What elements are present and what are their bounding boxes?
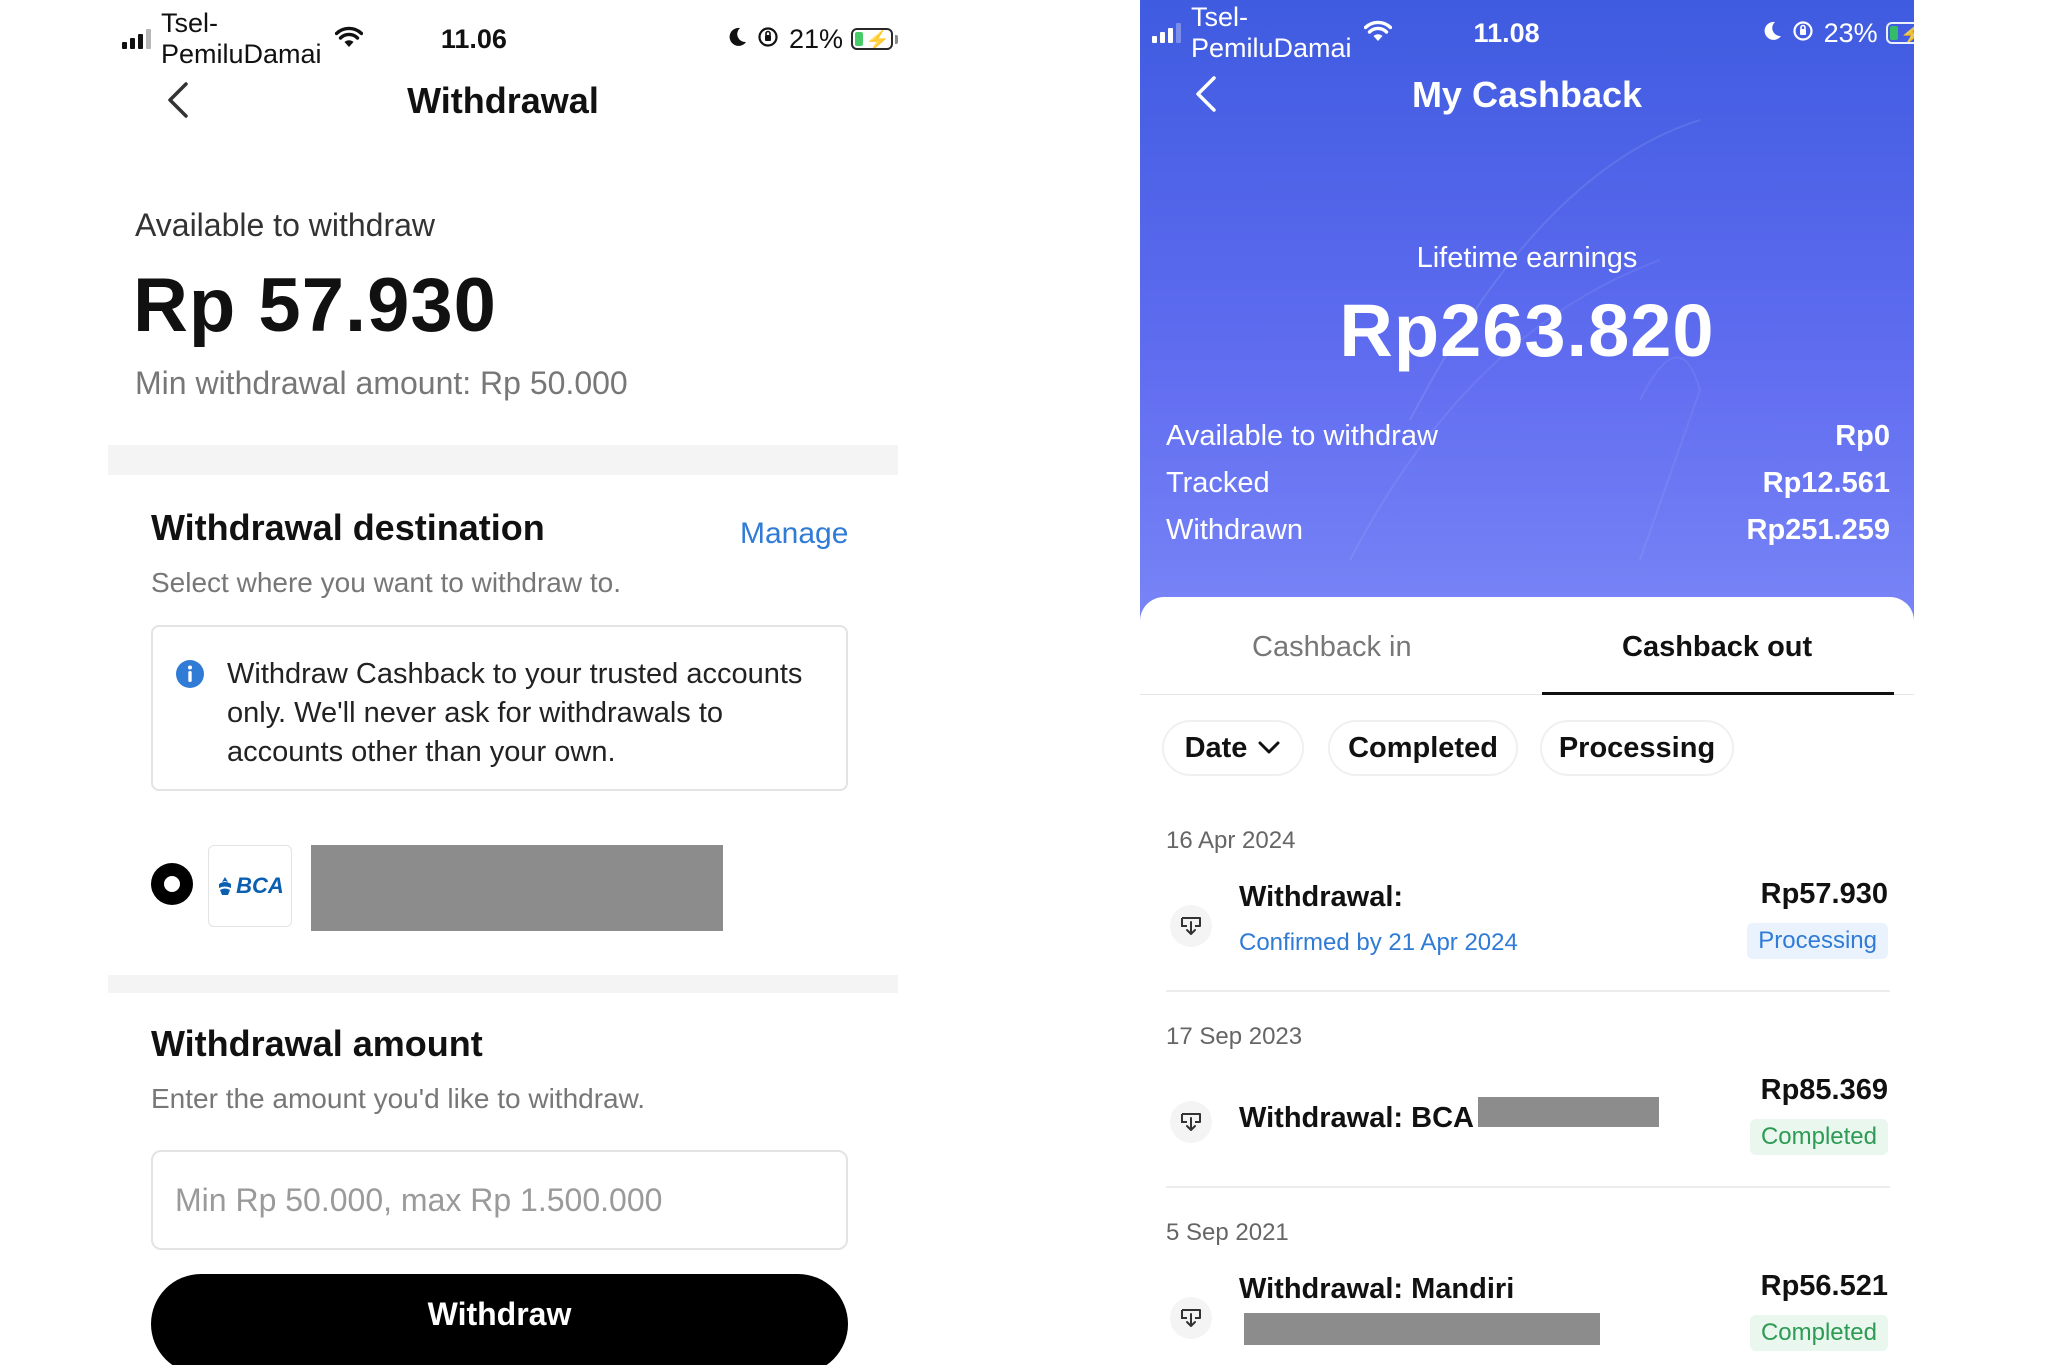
transaction-amount: Rp57.930 <box>1760 878 1888 910</box>
destination-subtitle: Select where you want to withdraw to. <box>151 567 622 598</box>
stat-value: Rp0 <box>1835 420 1890 452</box>
status-badge: Processing <box>1747 923 1888 959</box>
manage-link[interactable]: Manage <box>740 517 848 551</box>
redacted-account-number <box>1244 1313 1600 1345</box>
destination-title: Withdrawal destination <box>151 507 545 548</box>
amount-input[interactable] <box>151 1150 848 1250</box>
orientation-lock-icon <box>1792 18 1814 49</box>
chevron-down-icon <box>1258 741 1280 754</box>
lifetime-earnings-label: Lifetime earnings <box>1416 242 1638 274</box>
battery-charging-icon: ⚡ <box>1885 22 1914 44</box>
available-label: Available to withdraw <box>135 207 436 243</box>
info-notice: Withdraw Cashback to your trusted accoun… <box>151 625 848 791</box>
battery-charging-icon: ⚡ <box>851 28 898 50</box>
section-divider <box>108 975 898 993</box>
stat-label: Withdrawn <box>1166 514 1303 546</box>
bank-name: BCA <box>236 873 284 898</box>
status-badge: Completed <box>1749 1315 1888 1351</box>
clock: 11.08 <box>1473 17 1540 48</box>
battery-percent: 21% <box>788 23 843 54</box>
wifi-icon <box>334 24 364 55</box>
page-title: My Cashback <box>1411 74 1643 115</box>
clock: 11.06 <box>440 23 507 54</box>
redacted-account-number <box>311 845 723 931</box>
stat-value: Rp12.561 <box>1762 467 1890 499</box>
date-header: 5 Sep 2021 <box>1166 1219 1289 1246</box>
withdrawal-icon <box>1170 905 1212 947</box>
carrier-name: Tsel-PemiluDamai <box>1191 2 1352 63</box>
stat-label: Available to withdraw <box>1166 420 1438 452</box>
stat-row-withdrawn: Withdrawn Rp251.259 <box>1166 514 1890 547</box>
orientation-lock-icon <box>757 24 779 55</box>
cellular-signal-icon <box>122 29 151 49</box>
amount-subtitle: Enter the amount you'd like to withdraw. <box>151 1083 646 1114</box>
status-bar: Tsel-PemiluDamai 11.08 23% ⚡ <box>1152 2 1914 64</box>
redacted-account-number <box>1478 1097 1659 1127</box>
bca-logo: BCA <box>208 845 292 927</box>
filter-date[interactable]: Date <box>1164 722 1302 774</box>
withdraw-button[interactable]: Withdraw <box>151 1274 848 1365</box>
stat-row-tracked: Tracked Rp12.561 <box>1166 467 1890 500</box>
withdrawal-icon <box>1170 1101 1212 1143</box>
section-divider <box>108 445 898 475</box>
withdrawal-screen: Tsel-PemiluDamai 11.06 21% ⚡ Withdrawal … <box>108 0 898 1365</box>
available-amount: Rp 57.930 <box>133 263 497 348</box>
divider <box>1166 990 1890 992</box>
divider <box>1166 1186 1890 1188</box>
stat-row-available: Available to withdraw Rp0 <box>1166 420 1890 453</box>
stat-value: Rp251.259 <box>1746 514 1891 546</box>
filter-completed[interactable]: Completed <box>1330 722 1516 774</box>
info-text: Withdraw Cashback to your trusted accoun… <box>227 658 803 768</box>
transactions-panel: Cashback in Cashback out Date Completed … <box>1140 597 1914 1365</box>
transaction-amount: Rp85.369 <box>1760 1074 1888 1106</box>
tab-bar: Cashback in Cashback out <box>1140 597 1914 695</box>
active-tab-indicator <box>1542 692 1894 695</box>
status-bar: Tsel-PemiluDamai 11.06 21% ⚡ <box>122 8 898 70</box>
transaction-subtitle: Confirmed by 21 Apr 2024 <box>1239 929 1518 956</box>
transaction-title[interactable]: Withdrawal: <box>1239 881 1403 914</box>
transaction-amount: Rp56.521 <box>1760 1270 1888 1302</box>
moon-icon <box>1762 18 1782 49</box>
tab-cashback-out[interactable]: Cashback out <box>1622 631 1812 664</box>
battery-percent: 23% <box>1823 17 1878 48</box>
withdrawal-icon <box>1170 1297 1212 1339</box>
destination-radio[interactable] <box>151 863 193 905</box>
page-title: Withdrawal <box>407 80 599 121</box>
cellular-signal-icon <box>1152 23 1181 43</box>
amount-title: Withdrawal amount <box>151 1023 483 1064</box>
wifi-icon <box>1363 18 1392 49</box>
min-withdrawal-note: Min withdrawal amount: Rp 50.000 <box>135 365 628 401</box>
lifetime-earnings-amount: Rp263.820 <box>1339 289 1715 372</box>
tab-cashback-in[interactable]: Cashback in <box>1252 631 1412 664</box>
filter-processing[interactable]: Processing <box>1542 722 1732 774</box>
status-badge: Completed <box>1749 1119 1888 1155</box>
cashback-summary-header: Tsel-PemiluDamai 11.08 23% ⚡ My Cashback… <box>1140 0 1914 640</box>
my-cashback-screen: Tsel-PemiluDamai 11.08 23% ⚡ My Cashback… <box>1140 0 1914 1365</box>
info-icon <box>176 660 204 688</box>
filter-date-label: Date <box>1184 731 1248 764</box>
date-header: 17 Sep 2023 <box>1166 1023 1303 1050</box>
transaction-title[interactable]: Withdrawal: Mandiri <box>1239 1273 1514 1306</box>
carrier-name: Tsel-PemiluDamai <box>161 8 322 69</box>
stat-label: Tracked <box>1166 467 1270 499</box>
transaction-title[interactable]: Withdrawal: BCA <box>1239 1102 1474 1135</box>
date-header: 16 Apr 2024 <box>1166 827 1296 854</box>
moon-icon <box>727 24 747 55</box>
